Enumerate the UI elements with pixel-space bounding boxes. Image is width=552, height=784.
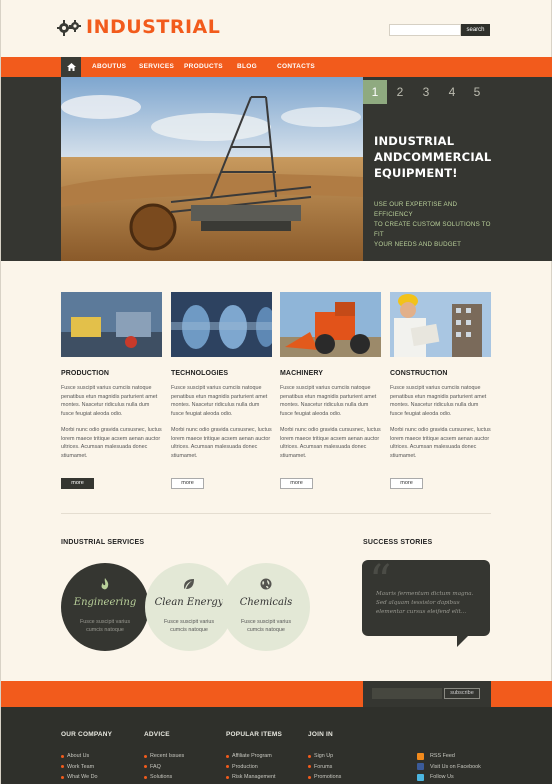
service-engineering[interactable]: Engineering Fusce suscipit varius cumcis…: [61, 563, 149, 651]
hero-subtitle-line: USE OUR EXPERTISE AND EFFICIENCY: [374, 201, 458, 218]
nav-about-us[interactable]: ABOUTUS: [92, 57, 126, 77]
services-title: INDUSTRIAL SERVICES: [61, 539, 145, 546]
feature-text: Fusce suscipit varius cumciis natoque pe…: [61, 385, 158, 417]
slide-3-button[interactable]: 3: [414, 80, 438, 104]
footer-links-popular: Affiliate Program Production Risk Manage…: [226, 751, 275, 783]
hero-subtitle-line: YOUR NEEDS AND BUDGET: [374, 241, 462, 248]
feature-text: Fusce suscipit varius cumciis natoque pe…: [390, 385, 487, 417]
slide-4-button[interactable]: 4: [440, 80, 464, 104]
service-label: Clean Energy: [154, 597, 224, 608]
feature-image: [390, 292, 491, 357]
twitter-icon: [417, 773, 424, 781]
feature-text: Morbi nunc odio gravida cursusnec, luctu…: [61, 427, 162, 459]
footer-link[interactable]: Production: [226, 762, 275, 773]
footer-link[interactable]: Promotions: [308, 772, 341, 783]
testimonial-tail: [457, 635, 469, 647]
globe-icon: [260, 577, 272, 590]
service-label: Engineering: [73, 597, 137, 608]
service-chemicals[interactable]: Chemicals Fusce suscipit varius cumcis n…: [222, 563, 310, 651]
feature-text: Fusce suscipit varius cumciis natoque pe…: [280, 385, 377, 417]
hero-image: [61, 77, 363, 261]
service-text: Fusce suscipit varius cumcis natoque: [240, 619, 292, 633]
footer-link[interactable]: Affiliate Program: [226, 751, 275, 762]
social-rss[interactable]: RSS Feed: [417, 751, 481, 762]
footer-link[interactable]: FAQ: [144, 762, 184, 773]
footer-heading: OUR COMPANY: [61, 731, 113, 738]
footer-heading: ADVICE: [144, 731, 170, 738]
feature-construction: CONSTRUCTION Fusce suscipit varius cumci…: [390, 292, 491, 460]
rss-icon: [417, 752, 424, 760]
footer-link[interactable]: Forums: [308, 762, 341, 773]
footer-links-advice: Recent Issues FAQ Solutions: [144, 751, 184, 783]
testimonial-text: Mauris fermentum dictum magna. Sed alqua…: [376, 591, 474, 615]
footer-link[interactable]: Risk Management: [226, 772, 275, 783]
social-links: RSS Feed Visit Us on Facebook Follow Us: [417, 751, 481, 783]
feature-title: TECHNOLOGIES: [171, 370, 229, 377]
social-facebook[interactable]: Visit Us on Facebook: [417, 762, 481, 773]
section-divider: [61, 513, 491, 514]
footer-link[interactable]: Sign Up: [308, 751, 341, 762]
hero-title-line: INDUSTRIAL: [374, 134, 455, 148]
feature-text: Morbi nunc odio gravida cursusnec, luctu…: [390, 427, 491, 459]
feature-title: PRODUCTION: [61, 370, 110, 377]
home-icon[interactable]: [61, 57, 81, 77]
gears-icon: [56, 17, 81, 37]
subscribe-button[interactable]: subscribe: [444, 688, 480, 699]
footer-links-join: Sign Up Forums Promotions: [308, 751, 341, 783]
hero-title-line: EQUIPMENT!: [374, 166, 458, 180]
more-button[interactable]: more: [171, 478, 204, 489]
slide-1-button[interactable]: 1: [363, 80, 387, 104]
facebook-icon: [417, 763, 424, 771]
feature-title: MACHINERY: [280, 370, 324, 377]
stories-title: SUCCESS STORIES: [363, 539, 433, 546]
feature-image: [280, 292, 381, 357]
hero-subtitle: USE OUR EXPERTISE AND EFFICIENCY TO CREA…: [374, 200, 492, 250]
leaf-icon: [183, 577, 195, 589]
more-button[interactable]: more: [280, 478, 313, 489]
footer-link[interactable]: Solutions: [144, 772, 184, 783]
social-label: Visit Us on Facebook: [430, 763, 481, 770]
feature-image: [61, 292, 162, 357]
logo[interactable]: INDUSTRIAL: [56, 16, 221, 38]
social-label: Follow Us: [430, 774, 454, 781]
hero-title-line: ANDCOMMERCIAL: [374, 150, 492, 164]
hero-subtitle-line: TO CREATE CUSTOM SOLUTIONS TO FIT: [374, 221, 491, 238]
page: INDUSTRIAL search ABOUTUS SERVICES PRODU…: [0, 0, 552, 784]
slide-5-button[interactable]: 5: [465, 80, 489, 104]
feature-image: [171, 292, 272, 357]
logo-text: INDUSTRIAL: [86, 16, 221, 38]
feature-machinery: MACHINERY Fusce suscipit varius cumciis …: [280, 292, 381, 460]
footer-links-company: About Us Work Team What We Do: [61, 751, 97, 783]
search-button[interactable]: search: [461, 24, 490, 36]
nav-products[interactable]: PRODUCTS: [184, 57, 223, 77]
social-twitter[interactable]: Follow Us: [417, 772, 481, 783]
nav-contacts[interactable]: CONTACTS: [277, 57, 315, 77]
feature-text: Morbi nunc odio gravida cursusnec, luctu…: [280, 427, 381, 459]
social-label: RSS Feed: [430, 753, 455, 760]
more-button[interactable]: more: [390, 478, 423, 489]
service-text: Fusce suscipit varius cumcis natoque: [79, 619, 131, 633]
footer-link[interactable]: About Us: [61, 751, 97, 762]
nav-blog[interactable]: BLOG: [237, 57, 257, 77]
hero-title: INDUSTRIAL ANDCOMMERCIAL EQUIPMENT!: [374, 133, 492, 181]
feature-title: CONSTRUCTION: [390, 370, 448, 377]
feature-text: Morbi nunc odio gravida cursusnec, luctu…: [171, 427, 272, 459]
nav-services[interactable]: SERVICES: [139, 57, 174, 77]
footer-heading: JOIN IN: [308, 731, 333, 738]
feature-production: PRODUCTION Fusce suscipit varius cumciis…: [61, 292, 162, 460]
service-clean-energy[interactable]: Clean Energy Fusce suscipit varius cumci…: [145, 563, 233, 651]
service-text: Fusce suscipit varius cumcis natoque: [163, 619, 215, 633]
service-label: Chemicals: [239, 597, 293, 608]
footer-link[interactable]: Work Team: [61, 762, 97, 773]
footer-link[interactable]: What We Do: [61, 772, 97, 783]
footer-heading: POPULAR ITEMS: [226, 731, 283, 738]
feature-text: Fusce suscipit varius cumciis natoque pe…: [171, 385, 268, 417]
subscribe-input[interactable]: [372, 688, 442, 699]
search-input[interactable]: [389, 24, 461, 36]
fire-icon: [99, 577, 111, 590]
more-button[interactable]: more: [61, 478, 94, 489]
feature-technologies: TECHNOLOGIES Fusce suscipit varius cumci…: [171, 292, 272, 460]
footer-link[interactable]: Recent Issues: [144, 751, 184, 762]
slide-2-button[interactable]: 2: [388, 80, 412, 104]
